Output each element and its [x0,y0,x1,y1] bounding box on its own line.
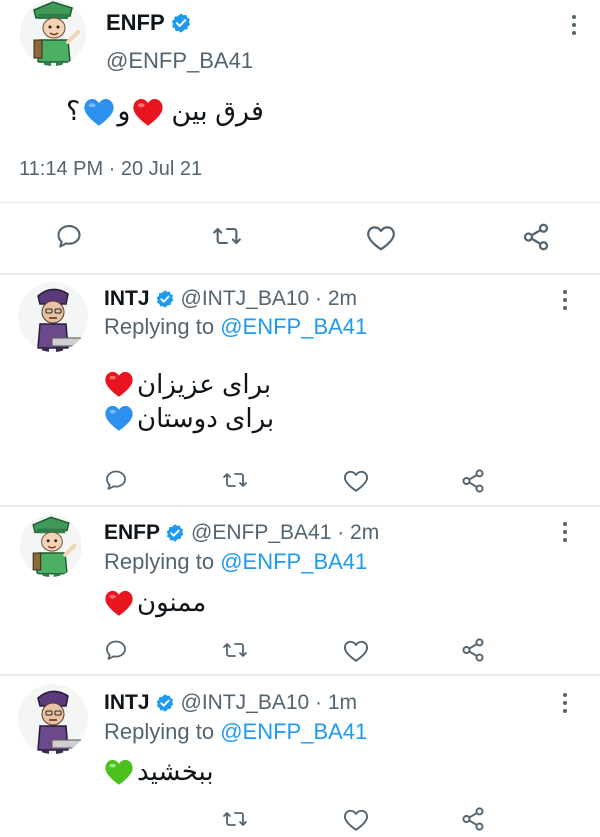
retweet-icon [223,473,247,487]
author-handle[interactable]: @ENFP_BA41 [106,48,253,74]
avatar-enfp[interactable] [20,515,82,577]
retweet-action[interactable] [221,638,249,667]
comment-icon [57,225,81,248]
reply-header: INTJ @INTJ_BA10 · 2m [104,287,357,311]
main-tweet-header: ENFP [106,10,192,36]
verified-badge-icon [155,289,175,309]
more-vertical-icon[interactable] [555,517,575,547]
replying-to: Replying to @ENFP_BA41 [104,314,367,340]
divider [0,202,600,203]
share-action[interactable] [460,806,486,837]
retweet-action[interactable] [211,222,243,255]
avatar-enfp[interactable] [20,0,86,66]
retweet-icon [213,227,241,245]
verified-badge-icon [170,12,192,34]
more-vertical-icon[interactable] [555,688,575,718]
retweet-action[interactable] [221,807,249,836]
reply-text: ممنون [103,587,206,618]
more-vertical-icon[interactable] [564,10,584,40]
retweet-icon [223,643,247,657]
author-handle-time[interactable]: @INTJ_BA10 · 2m [181,287,358,311]
share-action[interactable] [521,222,551,257]
retweet-icon [223,812,247,826]
connector-text: و [117,96,131,126]
enfp-character-icon [32,516,77,577]
like-action[interactable] [366,224,396,257]
reply-line: برای دوستان [137,403,275,433]
heart-icon [343,470,369,492]
share-action[interactable] [460,637,486,668]
replying-to: Replying to @ENFP_BA41 [104,719,367,745]
intj-character-icon [37,690,83,754]
share-icon [462,638,484,662]
replying-handle-link[interactable]: @ENFP_BA41 [220,719,367,744]
reply-tweet: INTJ @INTJ_BA10 · 1m Replying to @ENFP_B… [0,676,600,831]
replying-prefix: Replying to [104,549,215,574]
reply-text: ببخشید [103,756,214,787]
author-name[interactable]: INTJ [104,287,150,311]
enfp-character-icon [33,1,80,66]
reply-header: INTJ @INTJ_BA10 · 1m [104,691,357,715]
reply-action[interactable] [55,222,83,255]
reply-action[interactable] [104,468,128,497]
avatar-intj[interactable] [18,684,88,754]
comment-icon [106,640,126,660]
author-name[interactable]: ENFP [106,10,165,36]
question-text: فرق بین [171,96,264,126]
share-action[interactable] [460,468,486,499]
main-tweet-text: ؟ و فرق بین [66,96,264,127]
retweet-action[interactable] [221,468,249,497]
tweet-timestamp[interactable]: 11:14 PM · 20 Jul 21 [19,158,202,181]
replying-prefix: Replying to [104,719,215,744]
question-mark: ؟ [66,96,81,126]
replying-to: Replying to @ENFP_BA41 [104,549,367,575]
red-heart-icon [105,371,133,397]
reply-line: ببخشید [137,756,214,786]
like-action[interactable] [343,808,369,837]
author-handle-time[interactable]: @INTJ_BA10 · 1m [181,691,358,715]
share-icon [462,469,484,493]
blue-heart-icon [84,98,114,126]
comment-icon [106,470,126,490]
red-heart-icon [133,98,163,126]
reply-header: ENFP @ENFP_BA41 · 2m [104,521,379,545]
verified-badge-icon [155,693,175,713]
like-action[interactable] [343,639,369,668]
heart-icon [343,640,369,662]
red-heart-icon [105,590,133,616]
author-name[interactable]: INTJ [104,691,150,715]
author-handle-time[interactable]: @ENFP_BA41 · 2m [191,521,379,545]
more-vertical-icon[interactable] [555,285,575,315]
heart-icon [343,809,369,831]
reply-action[interactable] [104,638,128,667]
share-icon [523,223,549,251]
share-icon [462,807,484,831]
replying-prefix: Replying to [104,314,215,339]
like-action[interactable] [343,469,369,498]
green-heart-icon [105,759,133,785]
replying-handle-link[interactable]: @ENFP_BA41 [220,549,367,574]
replying-handle-link[interactable]: @ENFP_BA41 [220,314,367,339]
avatar-intj[interactable] [18,282,88,352]
heart-icon [367,226,395,251]
blue-heart-icon [105,405,133,431]
reply-tweet: INTJ @INTJ_BA10 · 2m Replying to @ENFP_B… [0,275,600,505]
reply-text: برای عزیزان برای دوستان [103,367,274,435]
reply-tweet: ENFP @ENFP_BA41 · 2m Replying to @ENFP_B… [0,507,600,674]
main-tweet: ENFP @ENFP_BA41 ؟ و فرق بین 11:14 PM · 2… [0,0,600,275]
verified-badge-icon [165,523,185,543]
intj-character-icon [37,288,83,352]
author-name[interactable]: ENFP [104,521,160,545]
reply-line: برای عزیزان [137,369,272,399]
reply-line: ممنون [137,587,207,617]
